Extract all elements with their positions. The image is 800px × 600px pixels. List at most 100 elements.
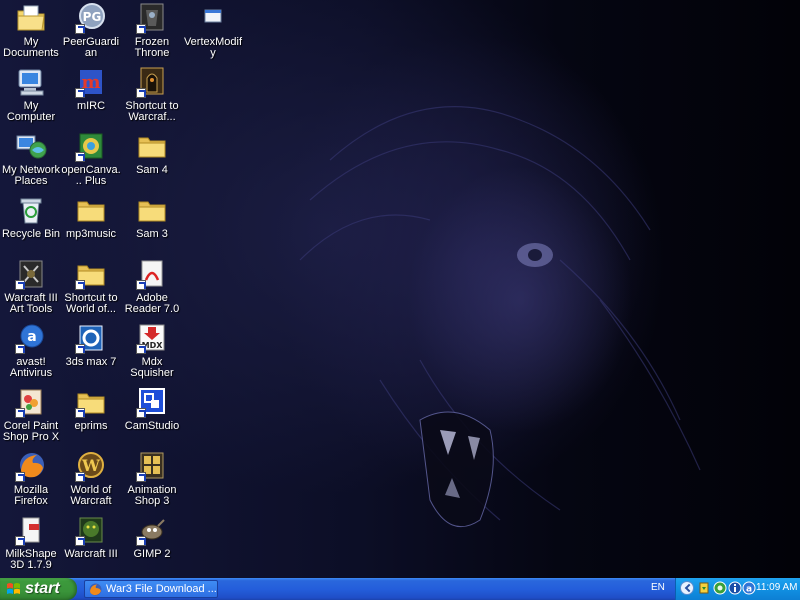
desktop-icon-recycle-bin[interactable]: Recycle Bin [0,194,62,240]
desktop-icon-label: World of Warcraft [70,484,112,507]
desktop-icon-label: Recycle Bin [1,228,61,240]
milkshape-icon [15,514,47,546]
taskbar-item-label: War3 File Download ... [106,583,217,595]
shortcut-arrow-icon [75,280,85,290]
my-computer-icon [15,66,47,98]
shortcut-arrow-icon [75,152,85,162]
firefox-icon [89,583,102,596]
shortcut-arrow-icon [15,472,25,482]
shortcut-arrow-icon [15,344,25,354]
desktop-icon-shortcut-warcraft[interactable]: Shortcut to Warcraf... [121,66,183,123]
desktop-icon-3ds-max[interactable]: 3ds max 7 [60,322,122,368]
desktop-icon-shortcut-world-of[interactable]: Shortcut to World of... [60,258,122,315]
peerguardian-tray-icon[interactable] [713,581,727,595]
desktop-icon-label: Mdx Squisher [130,356,174,379]
shortcut-arrow-icon [136,344,146,354]
warcraft-art-tools-icon [15,258,47,290]
desktop-icon-label: avast! Antivirus [9,356,53,379]
shortcut-arrow-icon [136,24,146,34]
system-tray: a 11:09 AM [675,578,800,600]
shortcut-arrow-icon [75,536,85,546]
shortcut-arrow-icon [15,536,25,546]
windows-logo-icon [7,583,20,594]
adobe-reader-icon [136,258,168,290]
start-button[interactable]: start [0,578,77,600]
folder-icon [136,194,168,226]
desktop-icon-opencanvas[interactable]: openCanva... Plus [60,130,122,187]
desktop-icon-label: PeerGuardian [62,36,120,59]
desktop-icon-label: Animation Shop 3 [127,484,177,507]
desktop-icon-milkshape[interactable]: MilkShape 3D 1.7.9 [0,514,62,571]
shortcut-arrow-icon [136,408,146,418]
frozen-throne-icon [136,2,168,34]
world-of-warcraft-icon: W [75,450,107,482]
desktop-icon-corel-paint-shop[interactable]: Corel Paint Shop Pro X [0,386,62,443]
desktop-icon-label: VertexModify [183,36,243,59]
corel-paint-shop-icon [15,386,47,418]
taskbar: start War3 File Download ... EN a 11:09 … [0,578,800,600]
folder-icon [136,130,168,162]
desktop-icon-label: Warcraft III Art Tools [4,292,58,315]
desktop-icon-sam-4[interactable]: Sam 4 [121,130,183,176]
desktop-icon-label: eprims [74,420,108,432]
shortcut-arrow-icon [75,344,85,354]
desktop-icon-label: My Network Places [1,164,61,187]
desktop-icon-label: My Computer [6,100,56,123]
gimp-icon [136,514,168,546]
info-tray-icon[interactable] [728,581,742,595]
desktop-icon-label: Warcraft III [64,548,118,560]
desktop-icon-my-documents[interactable]: My Documents [0,2,62,59]
desktop-icon-adobe-reader[interactable]: Adobe Reader 7.0 [121,258,183,315]
my-documents-icon [15,2,47,34]
desktop[interactable]: My Documents My Computer My Network Plac… [0,0,800,578]
shortcut-arrow-icon [136,472,146,482]
recycle-bin-icon [15,194,47,226]
camstudio-icon [136,386,168,418]
folder-icon [75,386,107,418]
desktop-icon-camstudio[interactable]: CamStudio [121,386,183,432]
desktop-icon-label: Shortcut to World of... [64,292,118,315]
clock[interactable]: 11:09 AM [756,582,798,593]
desktop-icon-eprims[interactable]: eprims [60,386,122,432]
desktop-icon-my-network-places[interactable]: My Network Places [0,130,62,187]
avast-tray-icon[interactable]: a [742,581,756,595]
desktop-icon-label: Shortcut to Warcraf... [125,100,179,123]
show-hidden-icons-chevron-icon[interactable] [680,581,694,595]
desktop-icon-peerguardian[interactable]: PG PeerGuardian [60,2,122,59]
taskbar-item-war3-download[interactable]: War3 File Download ... [84,580,218,598]
desktop-icon-avast[interactable]: a avast! Antivirus [0,322,62,379]
desktop-icon-mdx-squisher[interactable]: MDX Mdx Squisher [121,322,183,379]
desktop-icon-sam-3[interactable]: Sam 3 [121,194,183,240]
shortcut-arrow-icon [136,280,146,290]
desktop-icon-label: GIMP 2 [133,548,171,560]
desktop-icon-vertexmodify[interactable]: VertexModify [182,2,244,59]
warcraft-iii-icon [75,514,107,546]
safely-remove-hardware-icon[interactable] [697,581,711,595]
desktop-icon-warcraft-iii[interactable]: Warcraft III [60,514,122,560]
shortcut-arrow-icon [15,408,25,418]
desktop-icon-mirc[interactable]: m mIRC [60,66,122,112]
desktop-icon-mp3music[interactable]: mp3music [60,194,122,240]
start-label: start [25,580,60,597]
desktop-icon-label: openCanva... Plus [61,164,121,187]
desktop-icon-gimp[interactable]: GIMP 2 [121,514,183,560]
desktop-icon-label: mIRC [76,100,106,112]
shortcut-arrow-icon [75,88,85,98]
shortcut-arrow-icon [136,536,146,546]
desktop-icon-label: Frozen Throne [134,36,170,59]
desktop-icon-my-computer[interactable]: My Computer [0,66,62,123]
desktop-icon-warcraft-art-tools[interactable]: Warcraft III Art Tools [0,258,62,315]
desktop-icon-world-of-warcraft[interactable]: W World of Warcraft [60,450,122,507]
desktop-icon-animation-shop[interactable]: Animation Shop 3 [121,450,183,507]
opencanvas-icon [75,130,107,162]
avast-antivirus-icon: a [15,322,47,354]
desktop-icon-label: mp3music [65,228,117,240]
language-indicator[interactable]: EN [651,582,665,593]
folder-icon [75,194,107,226]
desktop-icon-frozen-throne[interactable]: Frozen Throne [121,2,183,59]
desktop-icon-mozilla-firefox[interactable]: Mozilla Firefox [0,450,62,507]
shortcut-arrow-icon [75,408,85,418]
desktop-icon-label: Corel Paint Shop Pro X [2,420,60,443]
shortcut-arrow-icon [136,88,146,98]
peerguardian-icon: PG [75,2,107,34]
